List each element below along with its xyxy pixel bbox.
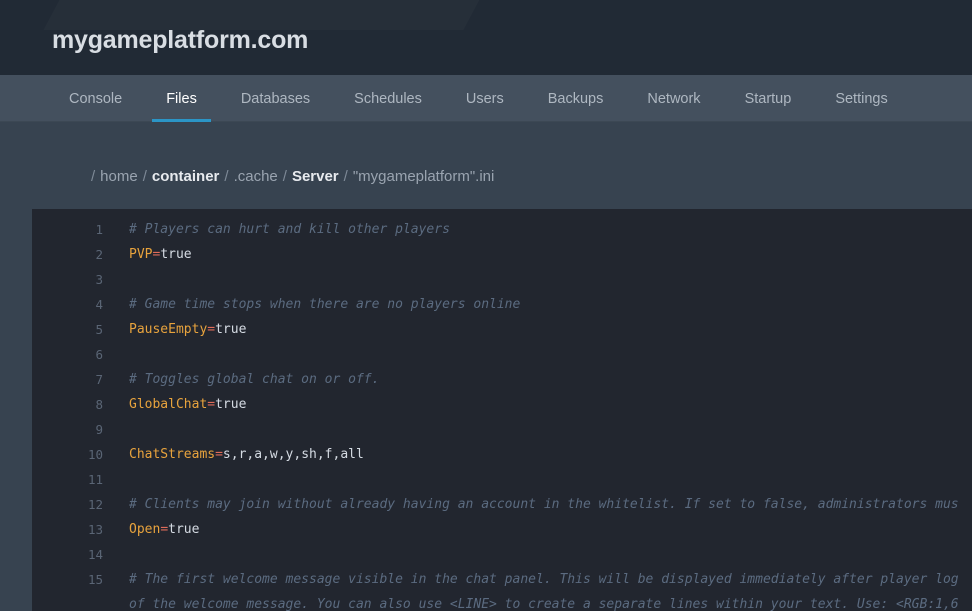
editor-line[interactable]: 15 # The first welcome message visible in…: [32, 567, 972, 592]
nav-tab-label: Backups: [547, 90, 604, 107]
masthead: mygameplatform.com: [0, 0, 972, 75]
line-content[interactable]: PVP=true: [103, 247, 972, 262]
editor-line[interactable]: 11: [32, 467, 972, 492]
nav-tab-files[interactable]: Files: [144, 75, 219, 122]
line-number: 2: [95, 247, 103, 262]
editor-line[interactable]: 6: [32, 342, 972, 367]
line-content[interactable]: GlobalChat=true: [103, 397, 972, 412]
config-value: true: [160, 247, 192, 262]
nav-tab-startup[interactable]: Startup: [723, 75, 814, 122]
nav-tab-console[interactable]: Console: [47, 75, 144, 122]
config-equals: =: [207, 397, 216, 412]
config-key: GlobalChat: [129, 397, 208, 412]
line-number: 3: [95, 272, 103, 287]
config-comment: # Players can hurt and kill other player…: [129, 222, 450, 237]
config-key: PauseEmpty: [129, 322, 208, 337]
line-content[interactable]: # Game time stops when there are no play…: [103, 297, 972, 312]
line-number: 12: [87, 497, 103, 512]
line-number: 13: [87, 522, 103, 537]
nav-tab-label: Files: [166, 90, 197, 107]
nav-tab-databases[interactable]: Databases: [219, 75, 332, 122]
config-key: PVP: [129, 247, 153, 262]
breadcrumb-item-home[interactable]: home: [100, 168, 138, 185]
line-number: 9: [95, 422, 103, 437]
editor-line[interactable]: 7 # Toggles global chat on or off.: [32, 367, 972, 392]
line-number: 5: [95, 322, 103, 337]
line-number: 6: [95, 347, 103, 362]
line-content[interactable]: # Players can hurt and kill other player…: [103, 222, 972, 237]
nav-tab-backups[interactable]: Backups: [526, 75, 626, 122]
editor-line[interactable]: 9: [32, 417, 972, 442]
breadcrumb-bar: / home / container / .cache / Server / "mygamepla…: [0, 123, 972, 209]
line-number: 10: [87, 447, 103, 462]
editor-line[interactable]: 4 # Game time stops when there are no pla…: [32, 292, 972, 317]
nav-tab-label: Schedules: [354, 90, 422, 107]
file-editor[interactable]: 1 # Players can hurt and kill other playe…: [32, 209, 972, 611]
config-equals: =: [215, 447, 223, 462]
line-content[interactable]: PauseEmpty=true: [103, 322, 972, 337]
config-value: true: [215, 322, 247, 337]
nav-tab-schedules[interactable]: Schedules: [332, 75, 444, 122]
nav-tab-label: Databases: [240, 90, 311, 107]
editor-line[interactable]: 12 # Clients may join without already hav…: [32, 492, 972, 517]
breadcrumb-item-container[interactable]: container: [152, 168, 220, 185]
breadcrumb-item-mygameplatform-ini: "mygameplatform".ini: [352, 168, 495, 185]
config-equals: =: [207, 322, 216, 337]
main-navigation: Console Files Databases Schedules Users Backu…: [0, 75, 972, 122]
page-root: mygameplatform.com Console Files Databases…: [0, 0, 972, 611]
editor-line[interactable]: 10 ChatStreams=s,r,a,w,y,sh,f,all: [32, 442, 972, 467]
config-equals: =: [160, 522, 169, 537]
breadcrumb-separator: /: [224, 168, 229, 185]
line-number: 11: [87, 472, 103, 487]
config-key: ChatStreams: [129, 447, 216, 462]
editor-line[interactable]: 5 PauseEmpty=true: [32, 317, 972, 342]
breadcrumb-separator: /: [282, 168, 287, 185]
nav-tab-label: Settings: [835, 90, 888, 107]
breadcrumb-item-server[interactable]: Server: [292, 168, 339, 185]
breadcrumb: / home / container / .cache / Server / "mygamepla…: [86, 168, 494, 185]
line-number: 1: [95, 222, 103, 237]
nav-tab-label: Users: [465, 90, 504, 107]
config-value: true: [215, 397, 247, 412]
config-comment: of the welcome message. You can also use…: [129, 597, 959, 611]
nav-tab-label: Startup: [744, 90, 792, 107]
line-content[interactable]: # The first welcome message visible in t…: [103, 572, 972, 587]
editor-line[interactable]: of the welcome message. You can also use…: [32, 592, 972, 611]
breadcrumb-item-cache[interactable]: .cache: [234, 168, 278, 185]
line-number: 7: [95, 372, 103, 387]
config-comment: # Game time stops when there are no play…: [129, 297, 521, 312]
config-key: Open: [129, 522, 161, 537]
line-number: 8: [95, 397, 103, 412]
site-title: mygameplatform.com: [52, 26, 309, 54]
line-number: 15: [87, 572, 103, 587]
editor-line[interactable]: 8 GlobalChat=true: [32, 392, 972, 417]
editor-line[interactable]: 1 # Players can hurt and kill other playe…: [32, 217, 972, 242]
line-content[interactable]: # Clients may join without already havin…: [103, 497, 972, 512]
nav-tab-users[interactable]: Users: [444, 75, 526, 122]
breadcrumb-separator: /: [343, 168, 348, 185]
line-content[interactable]: Open=true: [103, 522, 972, 537]
config-value: s,r,a,w,y,sh,f,all: [222, 447, 364, 462]
line-content[interactable]: ChatStreams=s,r,a,w,y,sh,f,all: [103, 447, 972, 462]
editor-line[interactable]: 14: [32, 542, 972, 567]
editor-line[interactable]: 13 Open=true: [32, 517, 972, 542]
config-comment: # Toggles global chat on or off.: [129, 372, 380, 387]
breadcrumb-separator: /: [91, 168, 96, 185]
breadcrumb-separator: /: [142, 168, 147, 185]
nav-tab-network[interactable]: Network: [625, 75, 722, 122]
line-number: 4: [95, 297, 103, 312]
config-value: true: [168, 522, 200, 537]
config-comment: # Clients may join without already havin…: [129, 497, 959, 512]
line-content[interactable]: of the welcome message. You can also use…: [103, 597, 972, 611]
editor-line[interactable]: 3: [32, 267, 972, 292]
nav-list: Console Files Databases Schedules Users Backu…: [47, 75, 910, 122]
editor-line[interactable]: 2 PVP=true: [32, 242, 972, 267]
line-content[interactable]: # Toggles global chat on or off.: [103, 372, 972, 387]
nav-tab-settings[interactable]: Settings: [813, 75, 909, 122]
nav-tab-label: Network: [647, 90, 701, 107]
editor-content[interactable]: 1 # Players can hurt and kill other playe…: [32, 209, 972, 611]
nav-tab-label: Console: [69, 90, 123, 107]
config-comment: # The first welcome message visible in t…: [129, 572, 959, 587]
line-number: 14: [87, 547, 103, 562]
